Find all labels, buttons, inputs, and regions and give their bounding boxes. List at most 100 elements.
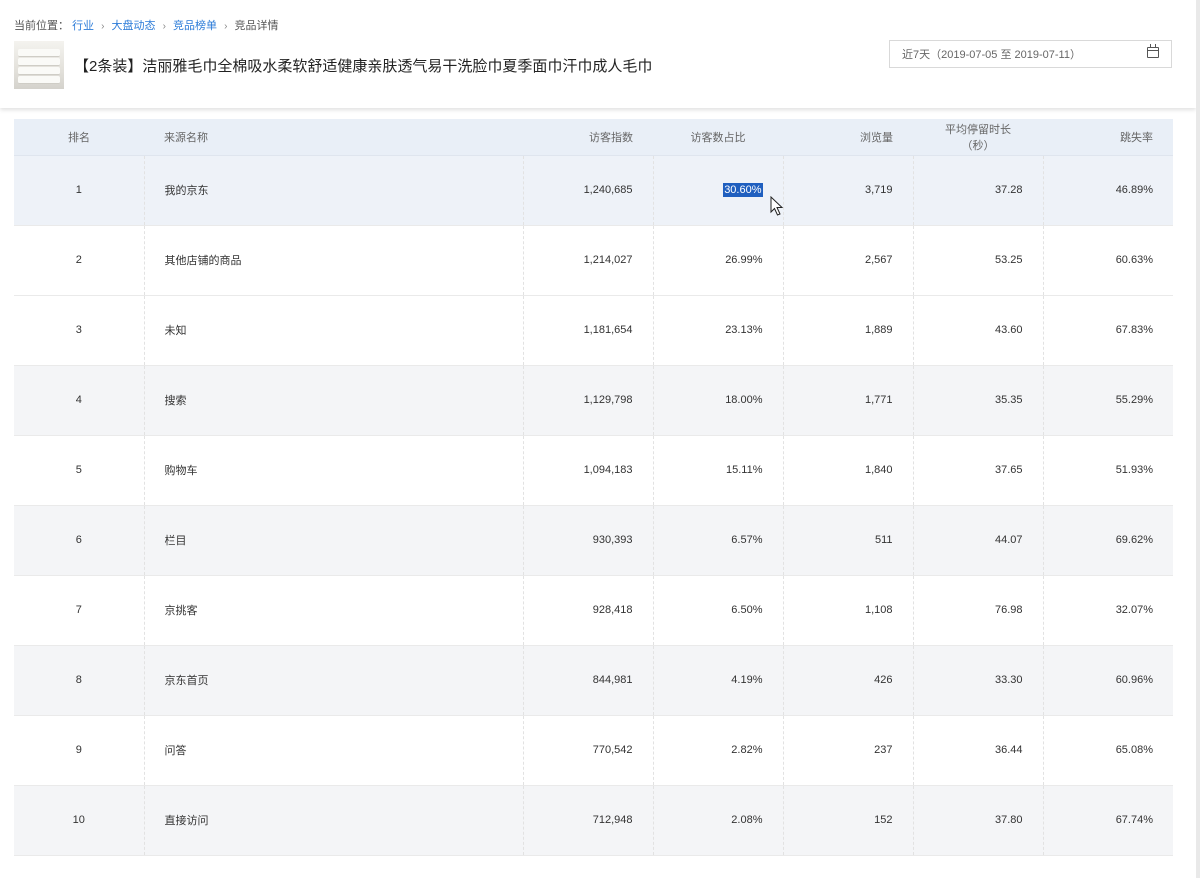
traffic-source-table: 排名 来源名称 访客指数 访客数占比 浏览量 平均停留时长（秒） 跳失率 1 我…	[14, 119, 1173, 856]
table-row: 5 购物车 1,094,183 15.11% 1,840 37.65 51.93…	[14, 435, 1173, 506]
cell-rank: 2	[14, 225, 144, 296]
table-row: 1 我的京东 1,240,685 30.60% 3,719 37.28 46.8…	[14, 155, 1173, 226]
cell-rank: 5	[14, 435, 144, 506]
cell-avg-stay: 76.98	[912, 575, 1043, 646]
table-row: 6 栏目 930,393 6.57% 511 44.07 69.62%	[14, 505, 1173, 576]
cell-visitor-index: 930,393	[522, 505, 653, 576]
cell-avg-stay: 37.80	[912, 785, 1043, 856]
cell-visitor-share: 26.99%	[652, 225, 783, 296]
cell-page-views: 1,889	[782, 295, 913, 366]
cell-bounce-rate: 60.96%	[1042, 645, 1173, 716]
col-header-rank: 排名	[14, 119, 144, 156]
cell-source: 未知	[143, 295, 523, 366]
cell-visitor-share: 18.00%	[652, 365, 783, 436]
calendar-icon[interactable]	[1147, 44, 1159, 58]
cell-source: 购物车	[143, 435, 523, 506]
cell-avg-stay: 33.30	[912, 645, 1043, 716]
cell-page-views: 511	[782, 505, 913, 576]
selected-text[interactable]: 30.60%	[723, 183, 763, 197]
table-row: 7 京挑客 928,418 6.50% 1,108 76.98 32.07%	[14, 575, 1173, 646]
table-row: 10 直接访问 712,948 2.08% 152 37.80 67.74%	[14, 785, 1173, 856]
cell-source: 问答	[143, 715, 523, 786]
cell-avg-stay: 43.60	[912, 295, 1043, 366]
cell-rank: 9	[14, 715, 144, 786]
cell-visitor-share: 6.50%	[652, 575, 783, 646]
cell-avg-stay: 35.35	[912, 365, 1043, 436]
cell-visitor-share: 4.19%	[652, 645, 783, 716]
cell-avg-stay: 44.07	[912, 505, 1043, 576]
table-row: 3 未知 1,181,654 23.13% 1,889 43.60 67.83%	[14, 295, 1173, 366]
cell-bounce-rate: 55.29%	[1042, 365, 1173, 436]
cell-rank: 4	[14, 365, 144, 436]
col-header-source-name: 来源名称	[144, 119, 523, 156]
cell-visitor-share: 2.08%	[652, 785, 783, 856]
cell-page-views: 1,840	[782, 435, 913, 506]
breadcrumb-item-competitor-detail: 竞品详情	[234, 20, 279, 32]
cell-source: 直接访问	[143, 785, 523, 856]
cell-source: 栏目	[143, 505, 523, 576]
col-header-bounce-rate: 跳失率	[1043, 119, 1173, 156]
cell-bounce-rate: 46.89%	[1042, 155, 1173, 226]
breadcrumb-prefix: 当前位置：	[14, 20, 69, 32]
breadcrumb-item-market-trends[interactable]: 大盘动态	[112, 20, 156, 32]
cell-source: 京挑客	[143, 575, 523, 646]
cell-bounce-rate: 67.74%	[1042, 785, 1173, 856]
cell-rank: 6	[14, 505, 144, 576]
cell-rank: 7	[14, 575, 144, 646]
mouse-cursor-icon	[770, 196, 784, 216]
table-row: 4 搜索 1,129,798 18.00% 1,771 35.35 55.29%	[14, 365, 1173, 436]
col-header-avg-stay: 平均停留时长（秒）	[913, 119, 1043, 156]
breadcrumb-separator: ›	[101, 21, 105, 32]
cell-visitor-share: 15.11%	[652, 435, 783, 506]
table-header-row: 排名 来源名称 访客指数 访客数占比 浏览量 平均停留时长（秒） 跳失率	[14, 119, 1173, 156]
breadcrumb-separator: ›	[162, 21, 166, 32]
product-thumbnail	[14, 41, 64, 89]
page-header: 当前位置： 行业 › 大盘动态 › 竞品榜单 › 竞品详情 【2条装】洁丽雅毛巾…	[0, 0, 1196, 108]
cell-avg-stay: 36.44	[912, 715, 1043, 786]
cell-avg-stay: 37.28	[912, 155, 1043, 226]
cell-visitor-index: 1,181,654	[522, 295, 653, 366]
cell-source: 京东首页	[143, 645, 523, 716]
cell-bounce-rate: 60.63%	[1042, 225, 1173, 296]
product-title: 【2条装】洁丽雅毛巾全棉吸水柔软舒适健康亲肤透气易干洗脸巾夏季面巾汗巾成人毛巾	[74, 58, 653, 75]
cell-visitor-index: 928,418	[522, 575, 653, 646]
date-range-picker[interactable]: 近7天（2019-07-05 至 2019-07-11）	[889, 40, 1172, 68]
date-range-label: 近7天（2019-07-05 至 2019-07-11）	[902, 49, 1081, 61]
cell-visitor-index: 1,240,685	[522, 155, 653, 226]
cell-source: 搜索	[143, 365, 523, 436]
cell-page-views: 1,771	[782, 365, 913, 436]
table-row: 8 京东首页 844,981 4.19% 426 33.30 60.96%	[14, 645, 1173, 716]
cell-visitor-index: 1,129,798	[522, 365, 653, 436]
cell-page-views: 426	[782, 645, 913, 716]
cell-rank: 3	[14, 295, 144, 366]
table-row: 2 其他店铺的商品 1,214,027 26.99% 2,567 53.25 6…	[14, 225, 1173, 296]
cell-page-views: 2,567	[782, 225, 913, 296]
cell-avg-stay: 53.25	[912, 225, 1043, 296]
cell-visitor-share: 6.57%	[652, 505, 783, 576]
cell-visitor-index: 1,214,027	[522, 225, 653, 296]
cell-bounce-rate: 69.62%	[1042, 505, 1173, 576]
cell-source: 我的京东	[143, 155, 523, 226]
col-header-page-views: 浏览量	[783, 119, 913, 156]
cell-page-views: 3,719	[782, 155, 913, 226]
cell-visitor-share: 30.60%	[652, 155, 783, 226]
breadcrumb-item-industry[interactable]: 行业	[72, 20, 94, 32]
cell-visitor-index: 712,948	[522, 785, 653, 856]
cell-rank: 10	[14, 785, 144, 856]
breadcrumb-separator: ›	[224, 21, 228, 32]
breadcrumb: 当前位置： 行业 › 大盘动态 › 竞品榜单 › 竞品详情	[14, 17, 278, 33]
cell-bounce-rate: 65.08%	[1042, 715, 1173, 786]
scrollbar-track[interactable]	[1196, 0, 1200, 878]
cell-bounce-rate: 32.07%	[1042, 575, 1173, 646]
breadcrumb-item-competitor-ranking[interactable]: 竞品榜单	[173, 20, 217, 32]
cell-page-views: 1,108	[782, 575, 913, 646]
cell-avg-stay: 37.65	[912, 435, 1043, 506]
cell-visitor-index: 770,542	[522, 715, 653, 786]
cell-rank: 1	[14, 155, 144, 226]
cell-bounce-rate: 51.93%	[1042, 435, 1173, 506]
cell-source: 其他店铺的商品	[143, 225, 523, 296]
cell-bounce-rate: 67.83%	[1042, 295, 1173, 366]
cell-visitor-index: 844,981	[522, 645, 653, 716]
cell-visitor-share: 23.13%	[652, 295, 783, 366]
table-row: 9 问答 770,542 2.82% 237 36.44 65.08%	[14, 715, 1173, 786]
